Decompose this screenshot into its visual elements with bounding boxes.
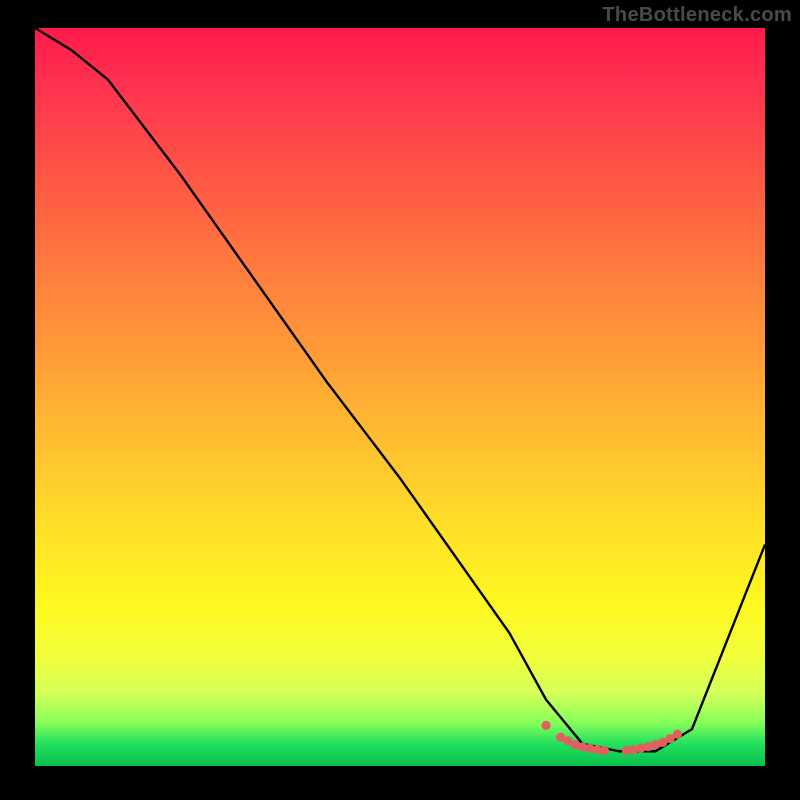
- marker-dot: [541, 721, 550, 730]
- marker-dot: [673, 730, 682, 739]
- marker-dot: [600, 746, 609, 755]
- watermark-text: TheBottleneck.com: [602, 4, 792, 27]
- plot-area: [35, 28, 765, 766]
- curve-path: [35, 28, 765, 751]
- chart-frame: TheBottleneck.com: [0, 0, 800, 800]
- chart-svg: [35, 28, 765, 766]
- bottleneck-curve: [35, 28, 765, 751]
